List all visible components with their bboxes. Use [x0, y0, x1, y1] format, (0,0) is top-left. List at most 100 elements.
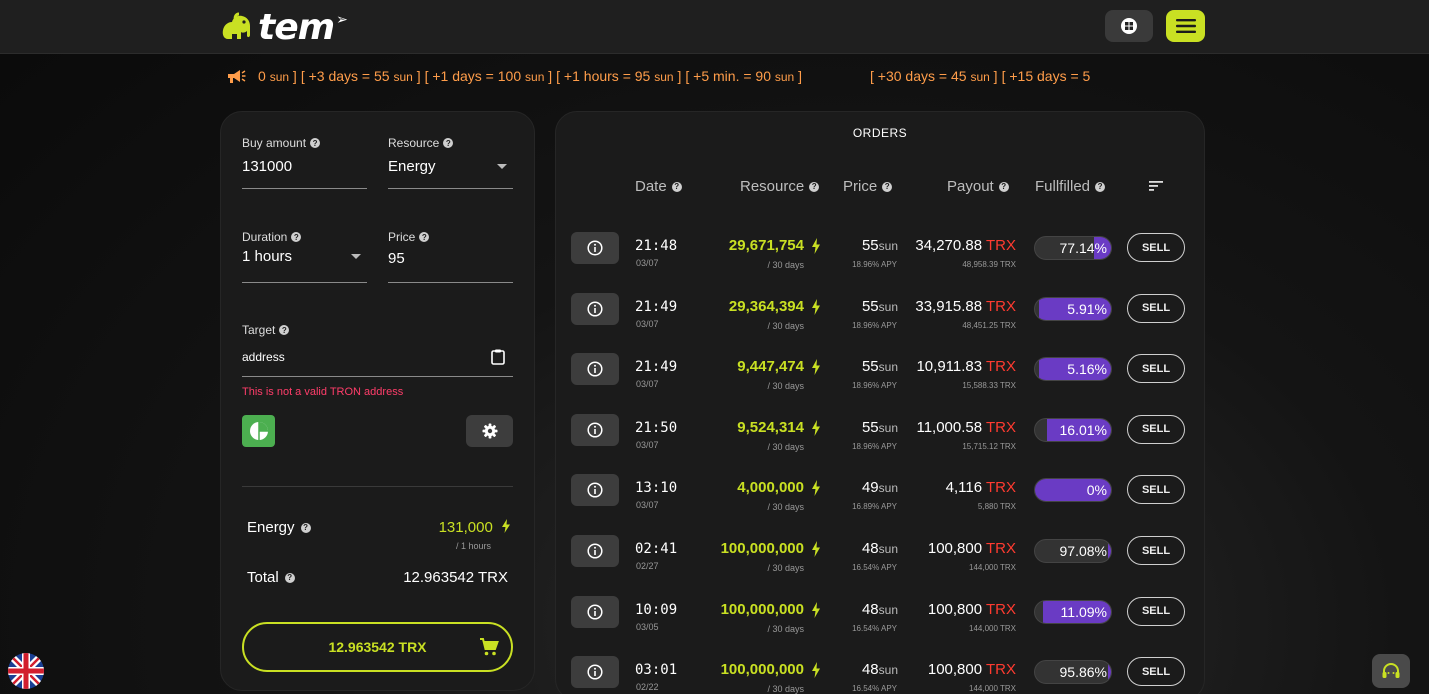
order-apy: 18.96% APY — [852, 441, 897, 451]
help-icon[interactable]: ? — [284, 572, 295, 583]
bolt-icon — [812, 601, 820, 618]
order-row: 02:41 02/27 100,000,000 / 30 days 48sun 16.54… — [556, 535, 1204, 595]
info-button[interactable] — [571, 474, 619, 507]
order-time: 03:01 — [635, 662, 678, 679]
info-icon — [587, 422, 603, 438]
fulfilled-progress: 0% — [1034, 478, 1112, 503]
info-button[interactable] — [571, 535, 619, 567]
resource-label: Resource — [388, 136, 440, 150]
fulfilled-progress: 16.01% — [1034, 417, 1112, 442]
clipboard-icon[interactable] — [491, 349, 505, 365]
help-icon[interactable]: ? — [1095, 181, 1106, 192]
order-row: 21:49 03/07 9,447,474 / 30 days 55sun 18.96% … — [556, 353, 1204, 413]
hamburger-menu-icon — [1175, 19, 1196, 33]
order-resource-duration: / 30 days — [767, 260, 804, 270]
settings-button[interactable] — [466, 415, 513, 447]
help-icon[interactable]: ? — [998, 181, 1009, 192]
paper-plane-icon: ➢ — [336, 10, 348, 27]
order-payout-total: 48,958.39 TRX — [962, 260, 1016, 269]
bolt-icon — [502, 519, 510, 533]
sort-icon[interactable] — [1149, 180, 1163, 192]
order-row: 21:50 03/07 9,524,314 / 30 days 55sun 18.96% … — [556, 413, 1204, 474]
help-icon[interactable]: ? — [882, 181, 893, 192]
menu-button[interactable] — [1166, 10, 1205, 42]
ticker-item: [ +15 days = 5 — [1001, 68, 1091, 84]
language-selector[interactable] — [8, 653, 44, 689]
wallet-button[interactable] — [1105, 10, 1153, 42]
sell-button[interactable]: SELL — [1127, 475, 1185, 505]
order-resource-duration: / 30 days — [767, 381, 804, 392]
resource-select[interactable]: Resource? Energy — [388, 136, 513, 189]
order-price: 48sun — [861, 661, 898, 679]
help-icon[interactable]: ? — [310, 138, 321, 148]
fulfilled-progress: 77.14% — [1034, 236, 1112, 260]
pie-chart-button[interactable] — [242, 415, 275, 447]
help-icon[interactable]: ? — [419, 232, 430, 242]
order-date: 03/07 — [636, 379, 659, 390]
order-resource-duration: / 30 days — [767, 684, 804, 694]
order-price: 55sun — [861, 297, 898, 315]
order-apy: 16.54% APY — [852, 563, 897, 572]
order-resource-amount: 100,000,000 — [720, 600, 804, 618]
target-error: This is not a valid TRON address — [242, 386, 404, 398]
buy-button[interactable]: 12.963542 TRX — [242, 622, 513, 672]
buy-button-label: 12.963542 TRX — [328, 639, 427, 655]
sell-button[interactable]: SELL — [1127, 536, 1185, 565]
sell-button[interactable]: SELL — [1127, 233, 1185, 262]
info-button[interactable] — [571, 232, 619, 264]
sell-button[interactable]: SELL — [1127, 293, 1185, 323]
sell-button[interactable]: SELL — [1127, 657, 1185, 687]
help-icon[interactable]: ? — [671, 181, 682, 192]
info-button[interactable] — [571, 292, 619, 325]
buy-amount-field[interactable]: Buy amount? 131000 — [242, 136, 367, 189]
ticker-item: [ +3 days = 55 sun ] — [300, 68, 421, 84]
order-payout: 100,800 TRX — [927, 540, 1016, 557]
duration-select[interactable]: Duration? 1 hours — [242, 230, 367, 283]
sell-button[interactable]: SELL — [1127, 354, 1185, 384]
info-button[interactable] — [571, 413, 619, 446]
help-icon[interactable]: ? — [809, 181, 820, 192]
sell-button[interactable]: SELL — [1127, 596, 1185, 626]
info-icon — [587, 361, 603, 377]
chevron-down-icon — [351, 254, 361, 259]
gear-icon — [482, 423, 497, 439]
info-button[interactable] — [571, 656, 619, 689]
order-resource-amount: 29,671,754 — [728, 237, 804, 254]
order-payout-total: 144,000 TRX — [969, 684, 1016, 694]
help-icon[interactable]: ? — [443, 138, 454, 148]
order-time: 13:10 — [635, 480, 678, 497]
target-input[interactable]: address — [242, 350, 285, 364]
order-resource-duration: / 30 days — [767, 502, 804, 513]
fulfilled-progress-label: 77.14% — [1059, 240, 1107, 256]
fulfilled-progress-label: 95.86% — [1059, 664, 1107, 681]
help-icon[interactable]: ? — [291, 232, 302, 242]
price-input[interactable]: 95 — [388, 250, 405, 267]
order-payout-total: 15,588.33 TRX — [962, 381, 1016, 391]
help-icon[interactable]: ? — [300, 522, 311, 533]
sell-button[interactable]: SELL — [1127, 414, 1185, 444]
logo-text: tem — [258, 6, 335, 48]
column-header-resource: Resource? — [740, 178, 820, 195]
buy-amount-input[interactable]: 131000 — [242, 158, 292, 175]
bolt-icon — [812, 541, 820, 557]
order-resource-duration: / 30 days — [767, 320, 804, 331]
fulfilled-progress: 97.08% — [1034, 539, 1112, 563]
logo[interactable]: tem ➢ — [220, 6, 348, 48]
order-date: 02/27 — [636, 561, 659, 571]
help-icon[interactable]: ? — [279, 325, 290, 335]
order-payout-total: 15,715.12 TRX — [962, 441, 1016, 451]
pie-chart-icon — [249, 422, 268, 440]
order-price: 55sun — [861, 358, 898, 376]
divider — [242, 486, 513, 487]
info-button[interactable] — [571, 595, 619, 628]
target-field[interactable]: Target? address — [242, 323, 513, 377]
order-time: 21:48 — [635, 238, 678, 254]
bolt-icon — [812, 480, 820, 497]
info-button[interactable] — [571, 353, 619, 386]
info-icon — [587, 604, 603, 620]
price-field[interactable]: Price? 95 — [388, 230, 513, 283]
order-date: 02/22 — [636, 682, 659, 693]
ticker-item: [ +1 hours = 95 sun ] — [556, 68, 682, 84]
support-button[interactable] — [1372, 654, 1410, 688]
order-payout-total: 48,451.25 TRX — [962, 320, 1016, 330]
